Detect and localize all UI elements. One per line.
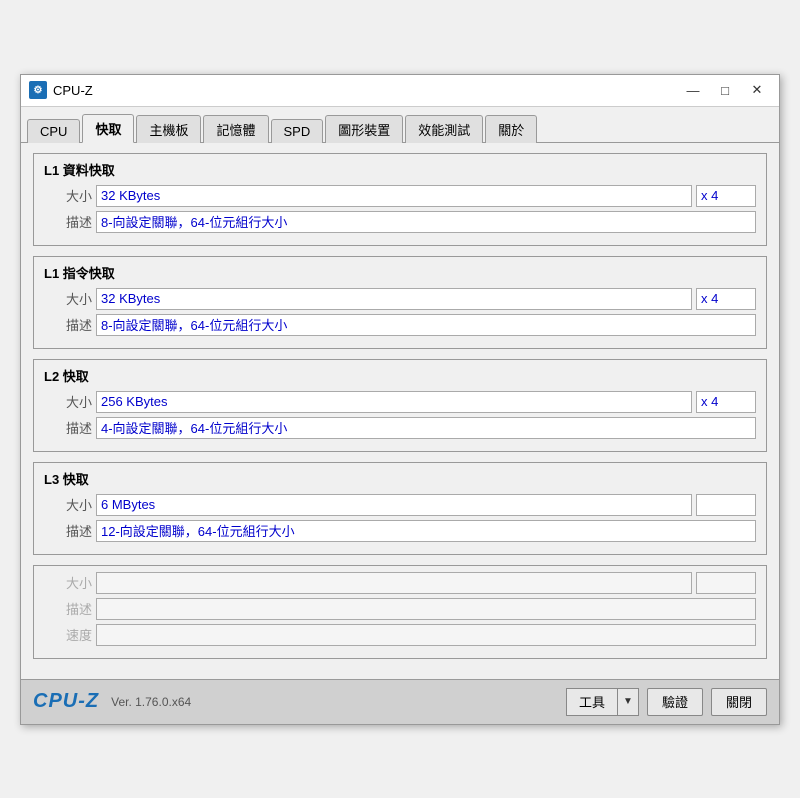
tab-bar: CPU 快取 主機板 記憶體 SPD 圖形裝置 效能測試 關於 xyxy=(21,107,779,143)
l2-cache-group: L2 快取 大小 256 KBytes x 4 描述 4-向設定關聯，64-位元… xyxy=(33,359,767,452)
l2-size-field: 256 KBytes xyxy=(96,391,692,413)
empty-speed-row: 速度 xyxy=(44,624,756,646)
l2-desc-label: 描述 xyxy=(44,418,92,437)
l3-desc-field: 12-向設定關聯，64-位元組行大小 xyxy=(96,520,756,542)
l1-instruction-desc-row: 描述 8-向設定關聯，64-位元組行大小 xyxy=(44,314,756,336)
l1-data-desc-label: 描述 xyxy=(44,212,92,231)
l1-data-size-row: 大小 32 KBytes x 4 xyxy=(44,185,756,207)
main-window: ⚙ CPU-Z — □ ✕ CPU 快取 主機板 記憶體 SPD 圖形裝置 效能… xyxy=(20,74,780,725)
l1-instruction-title: L1 指令快取 xyxy=(44,263,756,282)
close-app-button[interactable]: 關閉 xyxy=(711,688,767,716)
l3-size-field: 6 MBytes xyxy=(96,494,692,516)
l1-instruction-size-label: 大小 xyxy=(44,289,92,308)
l1-data-size-label: 大小 xyxy=(44,186,92,205)
empty-size-label: 大小 xyxy=(44,573,92,592)
tab-benchmark[interactable]: 效能測試 xyxy=(405,115,483,143)
empty-speed-field xyxy=(96,624,756,646)
empty-multiplier-field xyxy=(696,572,756,594)
l1-data-desc-row: 描述 8-向設定關聯，64-位元組行大小 xyxy=(44,211,756,233)
empty-desc-label: 描述 xyxy=(44,599,92,618)
l2-desc-row: 描述 4-向設定關聯，64-位元組行大小 xyxy=(44,417,756,439)
l1-instruction-size-row: 大小 32 KBytes x 4 xyxy=(44,288,756,310)
maximize-button[interactable]: □ xyxy=(711,80,739,100)
tab-graphics[interactable]: 圖形裝置 xyxy=(325,115,403,143)
l1-data-title: L1 資料快取 xyxy=(44,160,756,179)
tab-mainboard[interactable]: 主機板 xyxy=(136,115,201,143)
minimize-button[interactable]: — xyxy=(679,80,707,100)
l1-data-multiplier-field: x 4 xyxy=(696,185,756,207)
l1-instruction-desc-label: 描述 xyxy=(44,315,92,334)
title-bar: ⚙ CPU-Z — □ ✕ xyxy=(21,75,779,107)
close-button[interactable]: ✕ xyxy=(743,80,771,100)
tools-button[interactable]: 工具 xyxy=(566,688,617,716)
app-icon: ⚙ xyxy=(29,81,47,99)
l1-instruction-cache-group: L1 指令快取 大小 32 KBytes x 4 描述 8-向設定關聯，64-位… xyxy=(33,256,767,349)
l1-data-size-field: 32 KBytes xyxy=(96,185,692,207)
window-controls: — □ ✕ xyxy=(679,80,771,100)
l2-size-row: 大小 256 KBytes x 4 xyxy=(44,391,756,413)
l2-title: L2 快取 xyxy=(44,366,756,385)
empty-size-row: 大小 xyxy=(44,572,756,594)
l3-desc-row: 描述 12-向設定關聯，64-位元組行大小 xyxy=(44,520,756,542)
l2-multiplier-field: x 4 xyxy=(696,391,756,413)
l3-multiplier-field xyxy=(696,494,756,516)
l3-desc-label: 描述 xyxy=(44,521,92,540)
verify-button[interactable]: 驗證 xyxy=(647,688,703,716)
empty-desc-field xyxy=(96,598,756,620)
empty-size-field xyxy=(96,572,692,594)
footer: CPU-Z Ver. 1.76.0.x64 工具 ▼ 驗證 關閉 xyxy=(21,679,779,724)
tools-group: 工具 ▼ xyxy=(566,688,639,716)
l1-data-cache-group: L1 資料快取 大小 32 KBytes x 4 描述 8-向設定關聯，64-位… xyxy=(33,153,767,246)
l3-title: L3 快取 xyxy=(44,469,756,488)
l1-instruction-desc-field: 8-向設定關聯，64-位元組行大小 xyxy=(96,314,756,336)
l3-cache-group: L3 快取 大小 6 MBytes 描述 12-向設定關聯，64-位元組行大小 xyxy=(33,462,767,555)
footer-version: Ver. 1.76.0.x64 xyxy=(111,695,558,709)
tab-cache[interactable]: 快取 xyxy=(82,114,134,143)
tab-memory[interactable]: 記憶體 xyxy=(203,115,268,143)
l1-instruction-size-field: 32 KBytes xyxy=(96,288,692,310)
tab-cpu[interactable]: CPU xyxy=(27,119,80,143)
empty-speed-label: 速度 xyxy=(44,625,92,644)
l3-size-row: 大小 6 MBytes xyxy=(44,494,756,516)
l2-desc-field: 4-向設定關聯，64-位元組行大小 xyxy=(96,417,756,439)
l2-size-label: 大小 xyxy=(44,392,92,411)
tab-about[interactable]: 關於 xyxy=(485,115,537,143)
empty-cache-group: 大小 描述 速度 xyxy=(33,565,767,659)
empty-desc-row: 描述 xyxy=(44,598,756,620)
l1-data-desc-field: 8-向設定關聯，64-位元組行大小 xyxy=(96,211,756,233)
tab-spd[interactable]: SPD xyxy=(271,119,324,143)
footer-brand: CPU-Z xyxy=(33,690,99,713)
l3-size-label: 大小 xyxy=(44,495,92,514)
tools-dropdown-button[interactable]: ▼ xyxy=(617,688,639,716)
window-title: CPU-Z xyxy=(53,83,679,98)
l1-instruction-multiplier-field: x 4 xyxy=(696,288,756,310)
main-content: L1 資料快取 大小 32 KBytes x 4 描述 8-向設定關聯，64-位… xyxy=(21,143,779,679)
